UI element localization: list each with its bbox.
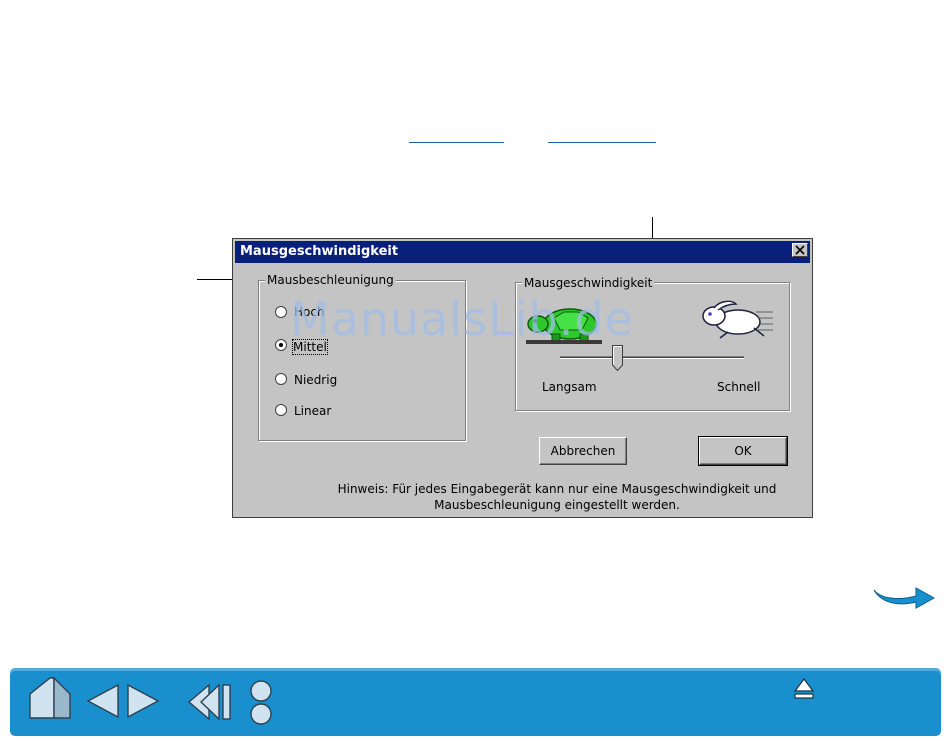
dialog-titlebar: Mausgeschwindigkeit <box>235 241 810 263</box>
radio-high[interactable] <box>275 306 287 318</box>
fast-label: Schnell <box>717 380 761 394</box>
link-1[interactable] <box>409 142 504 143</box>
next-page-icon[interactable] <box>126 683 160 719</box>
top-of-page-icon[interactable] <box>793 677 815 701</box>
rabbit-icon <box>702 300 773 339</box>
dialog-note-line2: Mausbeschleunigung eingestellt werden. <box>434 498 680 512</box>
radio-low-label[interactable]: Niedrig <box>294 373 337 387</box>
next-arrow-icon[interactable] <box>872 584 936 610</box>
speed-slider-thumb[interactable] <box>612 345 623 371</box>
radio-low[interactable] <box>275 373 287 385</box>
dialog-note-line1: Hinweis: Für jedes Eingabegerät kann nur… <box>337 482 777 496</box>
speed-slider-track[interactable] <box>560 356 744 359</box>
cancel-button[interactable]: Abbrechen <box>539 437 627 465</box>
previous-page-icon[interactable] <box>86 683 120 719</box>
home-icon[interactable] <box>28 676 72 720</box>
speed-group-legend: Mausgeschwindigkeit <box>522 276 655 290</box>
radio-linear-label[interactable]: Linear <box>294 404 331 418</box>
slow-label: Langsam <box>542 380 597 394</box>
contents-index-icon[interactable] <box>249 680 273 726</box>
back-icon[interactable] <box>187 683 233 721</box>
link-2[interactable] <box>548 142 656 143</box>
radio-medium[interactable] <box>275 339 287 351</box>
ok-button[interactable]: OK <box>698 436 788 466</box>
dialog-title: Mausgeschwindigkeit <box>240 244 399 259</box>
close-icon <box>795 245 805 255</box>
watermark: ManualsLib.de <box>290 292 634 346</box>
close-button[interactable] <box>792 243 808 257</box>
acceleration-group-legend: Mausbeschleunigung <box>265 273 396 287</box>
radio-linear[interactable] <box>275 404 287 416</box>
